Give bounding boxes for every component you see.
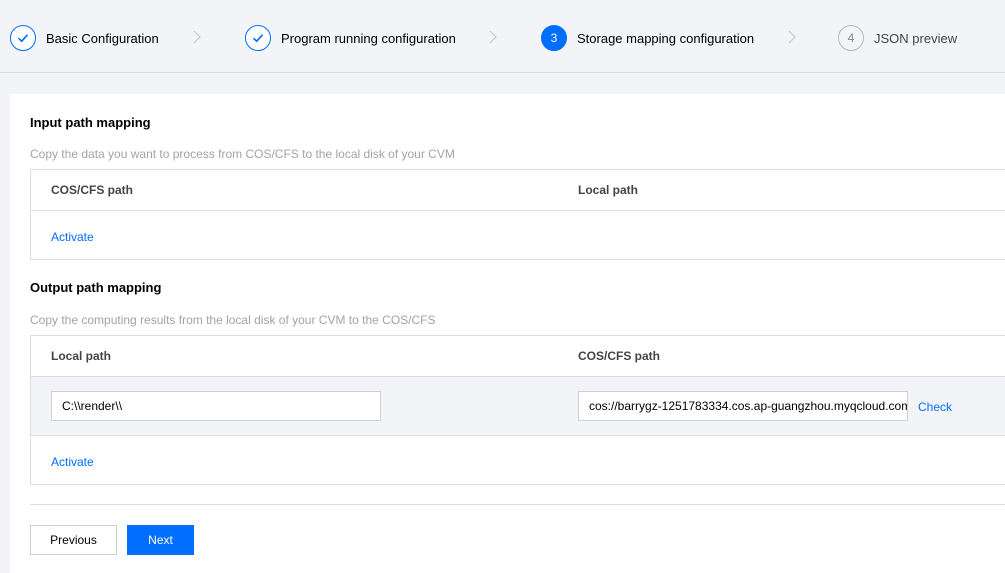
step-basic-configuration[interactable]: Basic Configuration (10, 24, 159, 52)
chevron-right-icon (192, 30, 202, 44)
activate-input-link[interactable]: Activate (51, 230, 94, 244)
output-mapping-table: Local path COS/CFS path C:\\render\\ cos… (30, 335, 1005, 485)
output-mapping-title: Output path mapping (30, 280, 162, 295)
divider (30, 504, 1005, 505)
storage-mapping-panel: Input path mapping Copy the data you wan… (10, 94, 1005, 573)
table-header: Local path COS/CFS path (31, 336, 1005, 377)
chevron-right-icon (787, 30, 797, 44)
wizard-steps: Basic Configuration Program running conf… (0, 0, 1005, 73)
step-json-preview[interactable]: 4 JSON preview (838, 24, 957, 52)
activate-output-link[interactable]: Activate (51, 455, 94, 469)
table-row: Activate (31, 436, 1005, 484)
input-mapping-title: Input path mapping (30, 115, 151, 130)
previous-button[interactable]: Previous (30, 525, 117, 555)
column-header-cos-cfs-path: COS/CFS path (51, 183, 134, 197)
input-mapping-table: COS/CFS path Local path Activate (30, 169, 1005, 260)
step-label: JSON preview (874, 30, 958, 46)
check-icon (245, 25, 271, 51)
next-button[interactable]: Next (127, 525, 194, 555)
table-row: Activate (31, 211, 1005, 259)
step-number-badge: 4 (838, 25, 864, 51)
column-header-local-path: Local path (51, 349, 112, 363)
column-header-cos-cfs-path: COS/CFS path (578, 349, 661, 363)
input-mapping-description: Copy the data you want to process from C… (30, 147, 455, 161)
output-mapping-description: Copy the computing results from the loca… (30, 313, 436, 327)
step-label: Program running configuration (281, 30, 456, 46)
step-number-badge: 3 (541, 25, 567, 51)
step-label: Basic Configuration (46, 30, 159, 46)
check-link[interactable]: Check (918, 400, 952, 414)
step-storage-mapping-configuration[interactable]: 3 Storage mapping configuration (541, 24, 754, 52)
check-icon (10, 25, 36, 51)
cos-path-input[interactable]: cos://barrygz-1251783334.cos.ap-guangzho… (578, 391, 908, 421)
step-label: Storage mapping configuration (577, 30, 755, 46)
chevron-right-icon (488, 30, 498, 44)
table-header: COS/CFS path Local path (31, 170, 1005, 211)
local-path-input[interactable]: C:\\render\\ (51, 391, 381, 421)
step-program-running-configuration[interactable]: Program running configuration (245, 24, 456, 52)
table-row: C:\\render\\ cos://barrygz-1251783334.co… (31, 377, 1005, 436)
column-header-local-path: Local path (578, 183, 639, 197)
